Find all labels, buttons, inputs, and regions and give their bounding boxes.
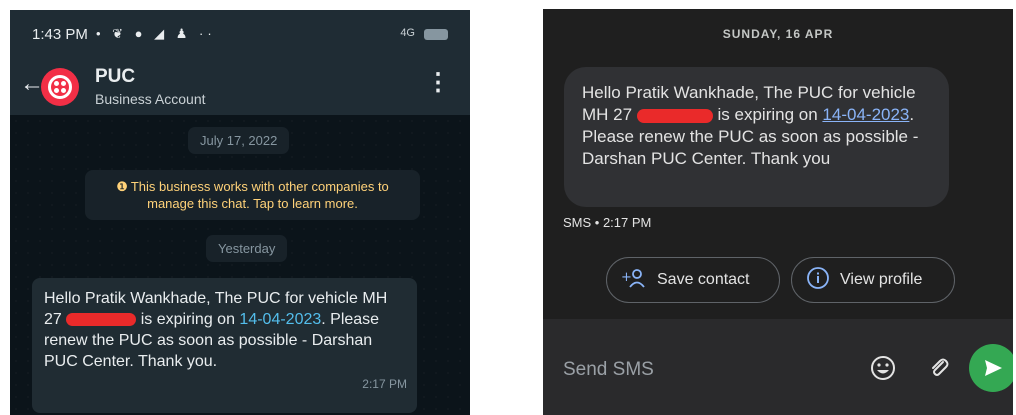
- compose-bar: Send SMS: [543, 319, 1013, 415]
- svg-text:+: +: [621, 270, 632, 285]
- more-options-icon[interactable]: ⋮: [426, 68, 450, 97]
- date-header: SUNDAY, 16 APR: [722, 27, 834, 41]
- info-icon: [806, 266, 830, 295]
- send-icon: [985, 360, 1002, 376]
- google-messages-screenshot: SUNDAY, 16 APR Hello Pratik Wankhade, Th…: [543, 9, 1013, 415]
- date-link[interactable]: 14-04-2023: [822, 105, 909, 124]
- business-notice[interactable]: ❶ This business works with other companie…: [85, 170, 420, 220]
- view-profile-label: View profile: [840, 271, 923, 288]
- attachment-icon[interactable]: [926, 355, 952, 386]
- emoji-icon[interactable]: [870, 355, 896, 386]
- message-bubble[interactable]: Hello Pratik Wankhade, The PUC for vehic…: [32, 278, 417, 413]
- status-notification-icons: • ❦ ● ◢ ♟ ··: [96, 26, 216, 41]
- chat-header: ← PUC Business Account ⋮: [10, 60, 470, 115]
- add-person-icon: +: [621, 268, 647, 293]
- message-time: 2:17 PM: [362, 377, 407, 391]
- battery-icon: [424, 29, 448, 40]
- contact-name[interactable]: PUC: [95, 66, 135, 88]
- send-button[interactable]: [969, 344, 1013, 392]
- redacted-plate: [66, 313, 137, 327]
- view-profile-button[interactable]: View profile: [791, 257, 955, 303]
- avatar[interactable]: [41, 68, 79, 106]
- chat-body[interactable]: July 17, 2022 ❶ This business works with …: [10, 115, 470, 415]
- message-meta: SMS • 2:17 PM: [563, 215, 652, 230]
- send-sms-input[interactable]: Send SMS: [563, 359, 654, 381]
- status-time: 1:43 PM: [32, 26, 88, 43]
- yesterday-chip: Yesterday: [206, 235, 288, 262]
- message-bubble[interactable]: Hello Pratik Wankhade, The PUC for vehic…: [564, 67, 949, 207]
- date-chip: July 17, 2022: [188, 127, 290, 154]
- date-link[interactable]: 14-04-2023: [239, 311, 321, 328]
- status-bar: 1:43 PM • ❦ ● ◢ ♟ ·· 4G: [10, 10, 470, 60]
- whatsapp-chat-screenshot: 1:43 PM • ❦ ● ◢ ♟ ·· 4G ← PUC Business A…: [10, 10, 470, 415]
- save-contact-label: Save contact: [657, 271, 750, 288]
- info-icon: ❶: [116, 179, 128, 194]
- message-text: Hello Pratik Wankhade, The PUC for vehic…: [44, 290, 388, 370]
- business-notice-text: This business works with other companies…: [130, 179, 389, 211]
- signal-icon: 4G: [400, 27, 415, 39]
- redacted-plate: [636, 108, 713, 123]
- contact-subtitle: Business Account: [95, 91, 206, 107]
- save-contact-button[interactable]: + Save contact: [606, 257, 780, 303]
